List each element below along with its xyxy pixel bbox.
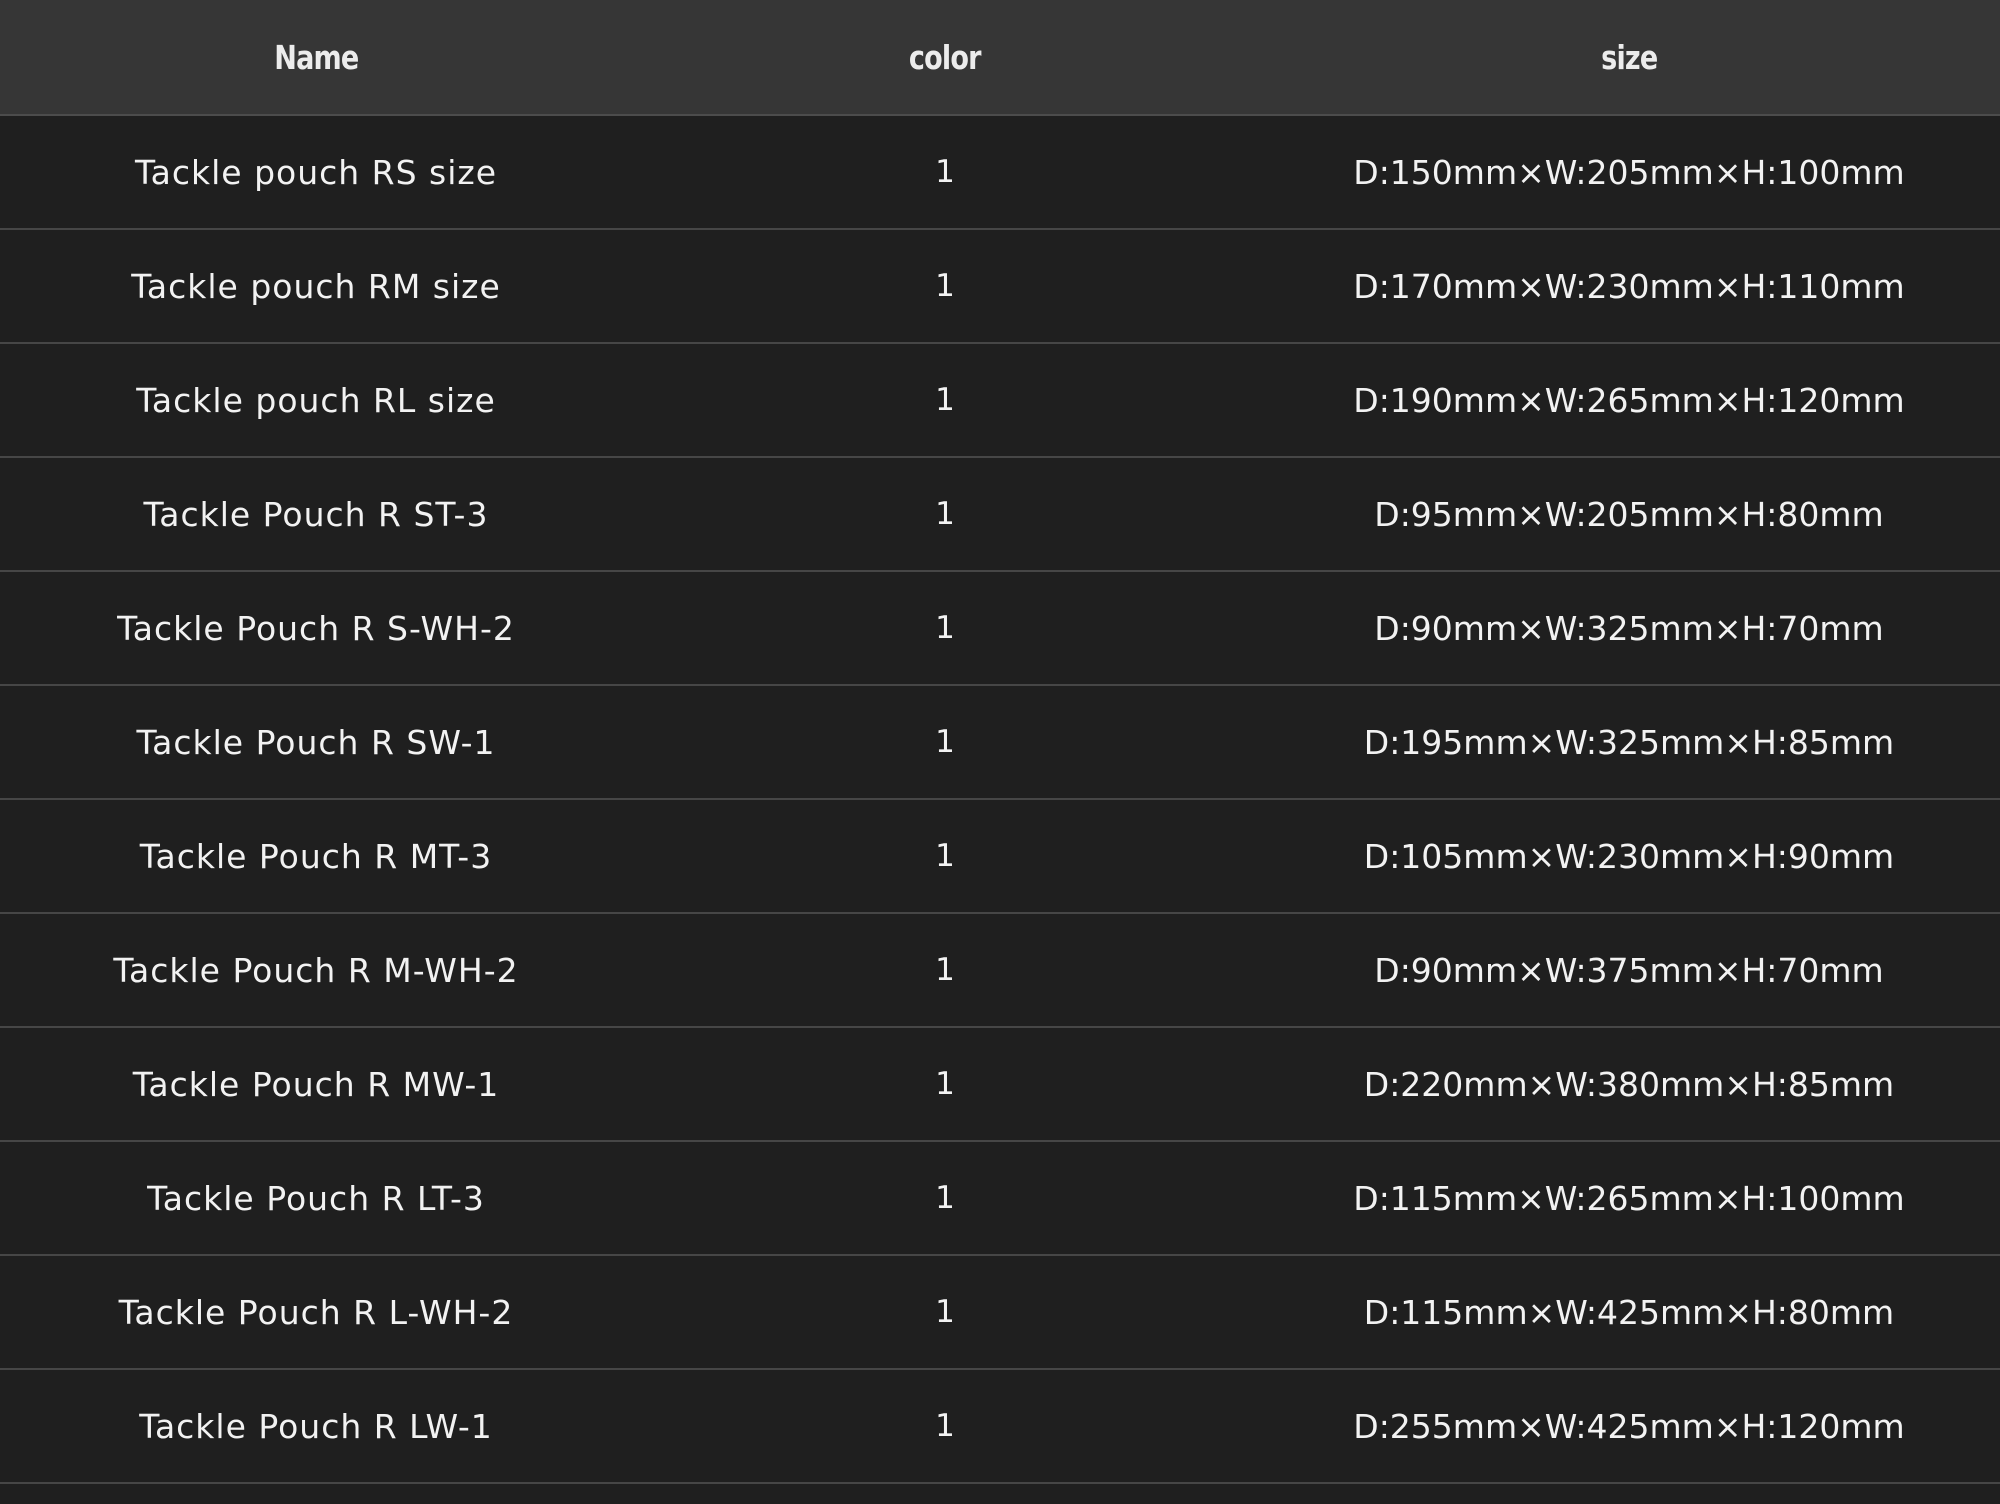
product-size: D:95mm×W:205mm×H:80mm (1374, 494, 1884, 534)
product-name-cell: Tackle Pouch R LT-3 (0, 1141, 632, 1256)
color-count-cell: 1 (632, 1369, 1258, 1484)
table-row: Tackle Pouch R MW-1 1 D:220mm×W:380mm×H:85… (0, 1027, 2000, 1142)
color-count: 1 (935, 496, 955, 532)
table-row: Tackle pouch RL size 1 D:190mm×W:265mm×H:1… (0, 343, 2000, 458)
product-size: D:195mm×W:325mm×H:85mm (1363, 722, 1895, 762)
table-row: Tackle Pouch R LT-3 1 D:115mm×W:265mm×H:10… (0, 1141, 2000, 1256)
color-count-cell: 1 (632, 457, 1258, 572)
product-size: D:90mm×W:325mm×H:70mm (1374, 608, 1884, 648)
product-size-cell: D:105mm×W:230mm×H:90mm (1258, 799, 2000, 914)
product-name: Tackle pouch RM size (131, 266, 501, 306)
product-size: D:255mm×W:425mm×H:120mm (1353, 1406, 1905, 1446)
color-count-cell: 1 (632, 685, 1258, 800)
product-name: Tackle Pouch R SW-1 (136, 722, 496, 762)
color-count-cell: 1 (632, 1141, 1258, 1256)
color-count: 1 (935, 154, 955, 190)
product-size-cell: D:150mm×W:205mm×H:100mm (1258, 115, 2000, 230)
table-row: Tackle pouch RS size 1 D:150mm×W:205mm×H:1… (0, 115, 2000, 230)
color-count: 1 (935, 610, 955, 646)
product-size: D:170mm×W:230mm×H:110mm (1353, 266, 1905, 306)
product-name-cell: Tackle Pouch R LW-1 (0, 1369, 632, 1484)
column-header-size-label: size (1600, 37, 1658, 77)
product-name: Tackle pouch RL size (136, 380, 496, 420)
product-name: Tackle Pouch R S-WH-2 (117, 608, 515, 648)
color-count-cell: 1 (632, 1255, 1258, 1370)
table-row: Tackle Pouch R L-WH-2 1 D:115mm×W:425mm×H:… (0, 1255, 2000, 1370)
product-size: D:115mm×W:265mm×H:100mm (1353, 1178, 1905, 1218)
column-header-size: size (1258, 0, 2000, 116)
table-row: Tackle Pouch R ST-3 1 D:95mm×W:205mm×H:80m… (0, 457, 2000, 572)
product-name: Tackle Pouch R M-WH-2 (113, 950, 519, 990)
product-size-cell: D:170mm×W:230mm×H:110mm (1258, 229, 2000, 344)
product-size-cell: D:115mm×W:425mm×H:80mm (1258, 1255, 2000, 1370)
product-size-cell: D:220mm×W:380mm×H:85mm (1258, 1027, 2000, 1142)
color-count: 1 (935, 1294, 955, 1330)
product-size: D:190mm×W:265mm×H:120mm (1353, 380, 1905, 420)
product-size-cell: D:90mm×W:375mm×H:70mm (1258, 913, 2000, 1028)
product-name-cell: Tackle Pouch R SW-1 (0, 685, 632, 800)
product-size-cell: D:195mm×W:325mm×H:85mm (1258, 685, 2000, 800)
color-count-cell: 1 (632, 343, 1258, 458)
color-count: 1 (935, 838, 955, 874)
product-name-cell: Tackle pouch RM size (0, 229, 632, 344)
column-header-name: Name (0, 0, 632, 116)
product-size-cell: D:95mm×W:205mm×H:80mm (1258, 457, 2000, 572)
product-name-cell: Tackle Pouch R L-WH-2 (0, 1255, 632, 1370)
product-size-table-container: Name color size Tackle pouch RS size 1 D:1… (0, 0, 2000, 1504)
color-count: 1 (935, 1180, 955, 1216)
table-row: Tackle Pouch R SW-1 1 D:195mm×W:325mm×H:85… (0, 685, 2000, 800)
product-size-cell: D:255mm×W:425mm×H:120mm (1258, 1369, 2000, 1484)
color-count: 1 (935, 724, 955, 760)
product-name: Tackle Pouch R ST-3 (143, 494, 489, 534)
product-size: D:90mm×W:375mm×H:70mm (1374, 950, 1884, 990)
product-size-cell: D:115mm×W:265mm×H:100mm (1258, 1141, 2000, 1256)
column-header-color-label: color (909, 37, 982, 77)
table-row: Tackle pouch RM size 1 D:170mm×W:230mm×H:1… (0, 229, 2000, 344)
product-name-cell: Tackle Pouch R S-WH-2 (0, 571, 632, 686)
product-name: Tackle pouch RS size (134, 152, 498, 192)
product-size: D:150mm×W:205mm×H:100mm (1353, 152, 1905, 192)
column-header-color: color (632, 0, 1258, 116)
color-count-cell: 1 (632, 115, 1258, 230)
product-size: D:115mm×W:425mm×H:80mm (1363, 1292, 1895, 1332)
color-count: 1 (935, 268, 955, 304)
product-name-cell: Tackle pouch RL size (0, 343, 632, 458)
table-row: Tackle Pouch R LW-1 1 D:255mm×W:425mm×H:12… (0, 1369, 2000, 1484)
column-header-name-label: Name (273, 37, 359, 77)
product-name-cell: Tackle pouch RS size (0, 115, 632, 230)
color-count: 1 (935, 952, 955, 988)
color-count-cell: 1 (632, 913, 1258, 1028)
table-row: Tackle Pouch R MT-3 1 D:105mm×W:230mm×H:90… (0, 799, 2000, 914)
color-count-cell: 1 (632, 571, 1258, 686)
product-size-table: Name color size Tackle pouch RS size 1 D:1… (0, 0, 2000, 1484)
product-size: D:105mm×W:230mm×H:90mm (1363, 836, 1895, 876)
product-size-cell: D:90mm×W:325mm×H:70mm (1258, 571, 2000, 686)
product-size: D:220mm×W:380mm×H:85mm (1363, 1064, 1895, 1104)
color-count-cell: 1 (632, 799, 1258, 914)
product-name-cell: Tackle Pouch R MW-1 (0, 1027, 632, 1142)
product-name-cell: Tackle Pouch R MT-3 (0, 799, 632, 914)
product-name: Tackle Pouch R LW-1 (139, 1406, 493, 1446)
product-name: Tackle Pouch R LT-3 (147, 1178, 485, 1218)
table-row: Tackle Pouch R S-WH-2 1 D:90mm×W:325mm×H:7… (0, 571, 2000, 686)
product-name: Tackle Pouch R L-WH-2 (118, 1292, 514, 1332)
color-count-cell: 1 (632, 1027, 1258, 1142)
color-count: 1 (935, 382, 955, 418)
product-size-cell: D:190mm×W:265mm×H:120mm (1258, 343, 2000, 458)
product-name: Tackle Pouch R MW-1 (132, 1064, 500, 1104)
table-row: Tackle Pouch R M-WH-2 1 D:90mm×W:375mm×H:7… (0, 913, 2000, 1028)
product-name-cell: Tackle Pouch R M-WH-2 (0, 913, 632, 1028)
color-count: 1 (935, 1408, 955, 1444)
table-body: Tackle pouch RS size 1 D:150mm×W:205mm×H:1… (0, 115, 2000, 1484)
header-row: Name color size (0, 0, 2000, 116)
color-count-cell: 1 (632, 229, 1258, 344)
color-count: 1 (935, 1066, 955, 1102)
product-name: Tackle Pouch R MT-3 (139, 836, 493, 876)
table-header: Name color size (0, 0, 2000, 116)
product-name-cell: Tackle Pouch R ST-3 (0, 457, 632, 572)
